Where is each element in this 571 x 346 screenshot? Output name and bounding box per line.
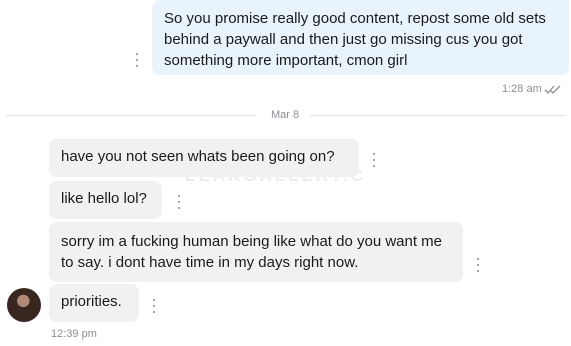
- received-message-bubble[interactable]: like hello lol?: [49, 181, 162, 219]
- received-message-more-icon[interactable]: [371, 153, 377, 167]
- sent-message-text: So you promise really good content, repo…: [164, 10, 546, 69]
- date-divider-right: [310, 115, 565, 116]
- received-message-text: sorry im a fucking human being like what…: [61, 233, 443, 271]
- received-message-text: have you not seen whats been going on?: [61, 148, 335, 165]
- received-message-more-icon[interactable]: [176, 195, 182, 209]
- double-check-icon: [544, 85, 561, 94]
- sent-message-time: 1:28 am: [502, 83, 542, 95]
- date-divider-label: Mar 8: [271, 109, 300, 121]
- received-message-bubble[interactable]: have you not seen whats been going on?: [49, 139, 359, 177]
- received-message-bubble[interactable]: sorry im a fucking human being like what…: [49, 222, 463, 282]
- received-message-text: priorities.: [61, 293, 122, 310]
- received-message-text: like hello lol?: [61, 190, 147, 207]
- avatar[interactable]: [7, 288, 41, 322]
- sent-message-bubble[interactable]: So you promise really good content, repo…: [152, 0, 569, 75]
- received-message-more-icon[interactable]: [151, 299, 157, 313]
- received-message-bubble[interactable]: priorities.: [49, 284, 139, 322]
- received-message-more-icon[interactable]: [475, 258, 481, 272]
- date-divider-left: [6, 115, 256, 116]
- received-message-time: 12:39 pm: [51, 328, 97, 340]
- sent-message-more-icon[interactable]: [134, 53, 140, 67]
